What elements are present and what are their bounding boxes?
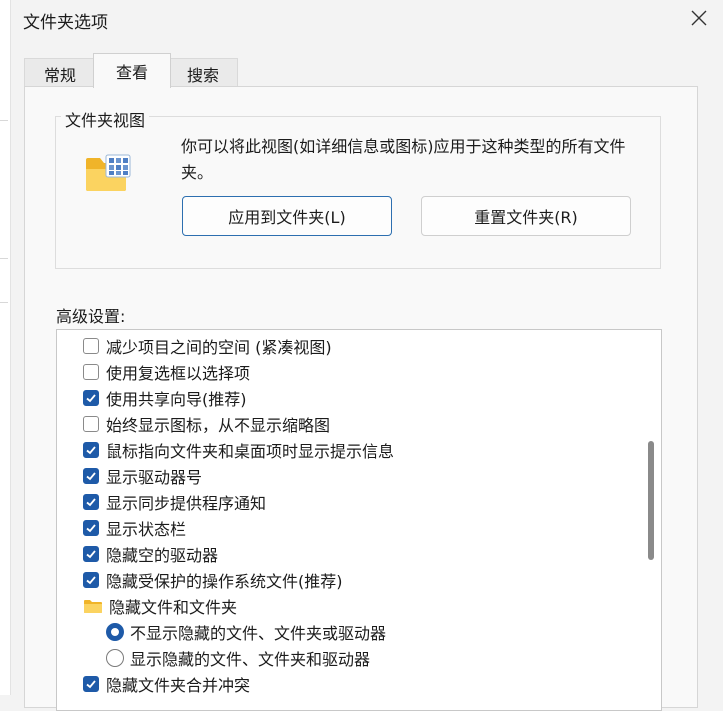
setting-label: 显示隐藏的文件、文件夹和驱动器 (130, 650, 371, 669)
setting-dont-show-hidden[interactable]: 不显示隐藏的文件、文件夹或驱动器 (106, 620, 386, 644)
checkbox[interactable] (83, 416, 99, 432)
setting-group-label: 隐藏文件和文件夹 (109, 598, 238, 617)
setting-label: 显示驱动器号 (106, 468, 203, 487)
setting-always-show-icons[interactable]: 始终显示图标，从不显示缩略图 (83, 412, 330, 436)
setting-label: 使用复选框以选择项 (106, 364, 251, 383)
close-button[interactable] (675, 0, 723, 36)
setting-hide-protected-files[interactable]: 隐藏受保护的操作系统文件(推荐) (83, 568, 343, 592)
setting-label: 隐藏受保护的操作系统文件(推荐) (106, 572, 343, 591)
checkbox[interactable] (83, 390, 99, 406)
setting-status-bar[interactable]: 显示状态栏 (83, 516, 186, 540)
checkmark-icon (86, 394, 96, 403)
setting-hide-empty-drives[interactable]: 隐藏空的驱动器 (83, 542, 218, 566)
checkmark-icon (86, 680, 96, 689)
checkbox[interactable] (83, 520, 99, 536)
setting-group-hidden-files: 隐藏文件和文件夹 (83, 594, 237, 618)
checkbox[interactable] (83, 572, 99, 588)
reset-folders-button[interactable]: 重置文件夹(R) (421, 196, 631, 236)
checkbox[interactable] (83, 546, 99, 562)
setting-label: 显示状态栏 (106, 520, 187, 539)
setting-label: 隐藏文件夹合并冲突 (106, 676, 251, 695)
setting-drive-letters[interactable]: 显示驱动器号 (83, 464, 202, 488)
tab-general[interactable]: 常规 (24, 58, 96, 88)
list-scrollbar[interactable] (639, 330, 661, 710)
tab-view[interactable]: 查看 (93, 53, 171, 88)
checkmark-icon (86, 576, 96, 585)
radio-button[interactable] (106, 623, 124, 641)
advanced-settings-list: 减少项目之间的空间 (紧凑视图) 使用复选框以选择项 使用共享向导(推荐) 始终… (56, 329, 662, 711)
setting-use-checkboxes[interactable]: 使用复选框以选择项 (83, 360, 250, 384)
setting-label: 鼠标指向文件夹和桌面项时显示提示信息 (106, 442, 395, 461)
setting-label: 显示同步提供程序通知 (106, 494, 267, 513)
checkmark-icon (86, 550, 96, 559)
checkmark-icon (86, 524, 96, 533)
close-icon (691, 10, 707, 26)
setting-show-hidden[interactable]: 显示隐藏的文件、文件夹和驱动器 (106, 646, 370, 670)
setting-compact-view[interactable]: 减少项目之间的空间 (紧凑视图) (83, 334, 332, 358)
radio-button[interactable] (106, 649, 124, 667)
checkbox[interactable] (83, 364, 99, 380)
folder-views-group: 文件夹视图 你可以将此视图(如详细信息或图标)应用于这种类型的所有文件夹。 应用… (55, 107, 661, 269)
folder-icon (84, 600, 102, 613)
title-bar: 文件夹选项 (11, 0, 723, 38)
folder-views-description: 你可以将此视图(如详细信息或图标)应用于这种类型的所有文件夹。 (181, 137, 626, 182)
tab-search[interactable]: 搜索 (168, 58, 238, 88)
setting-sharing-wizard[interactable]: 使用共享向导(推荐) (83, 386, 247, 410)
checkmark-icon (86, 472, 96, 481)
folder-view-icon (86, 154, 131, 191)
window-title: 文件夹选项 (23, 13, 108, 33)
setting-label: 使用共享向导(推荐) (106, 390, 247, 409)
checkbox[interactable] (83, 676, 99, 692)
checkbox[interactable] (83, 442, 99, 458)
checkmark-icon (86, 498, 96, 507)
setting-hide-merge-conflicts[interactable]: 隐藏文件夹合并冲突 (83, 672, 250, 696)
advanced-settings-label: 高级设置: (56, 307, 126, 326)
checkbox[interactable] (83, 494, 99, 510)
setting-sync-notifications[interactable]: 显示同步提供程序通知 (83, 490, 266, 514)
background-window-edge (0, 0, 11, 695)
view-tab-panel: 文件夹视图 你可以将此视图(如详细信息或图标)应用于这种类型的所有文件夹。 应用… (24, 86, 698, 711)
folder-views-title: 文件夹视图 (61, 107, 150, 131)
setting-label: 隐藏空的驱动器 (106, 546, 219, 565)
apply-to-folders-button[interactable]: 应用到文件夹(L) (182, 196, 392, 236)
setting-label: 不显示隐藏的文件、文件夹或驱动器 (130, 624, 387, 643)
checkbox[interactable] (83, 468, 99, 484)
checkbox[interactable] (83, 338, 99, 354)
setting-label: 始终显示图标，从不显示缩略图 (106, 416, 331, 435)
scrollbar-thumb[interactable] (648, 441, 654, 560)
setting-label: 减少项目之间的空间 (紧凑视图) (106, 338, 332, 357)
checkmark-icon (86, 446, 96, 455)
setting-pop-up-description[interactable]: 鼠标指向文件夹和桌面项时显示提示信息 (83, 438, 394, 462)
